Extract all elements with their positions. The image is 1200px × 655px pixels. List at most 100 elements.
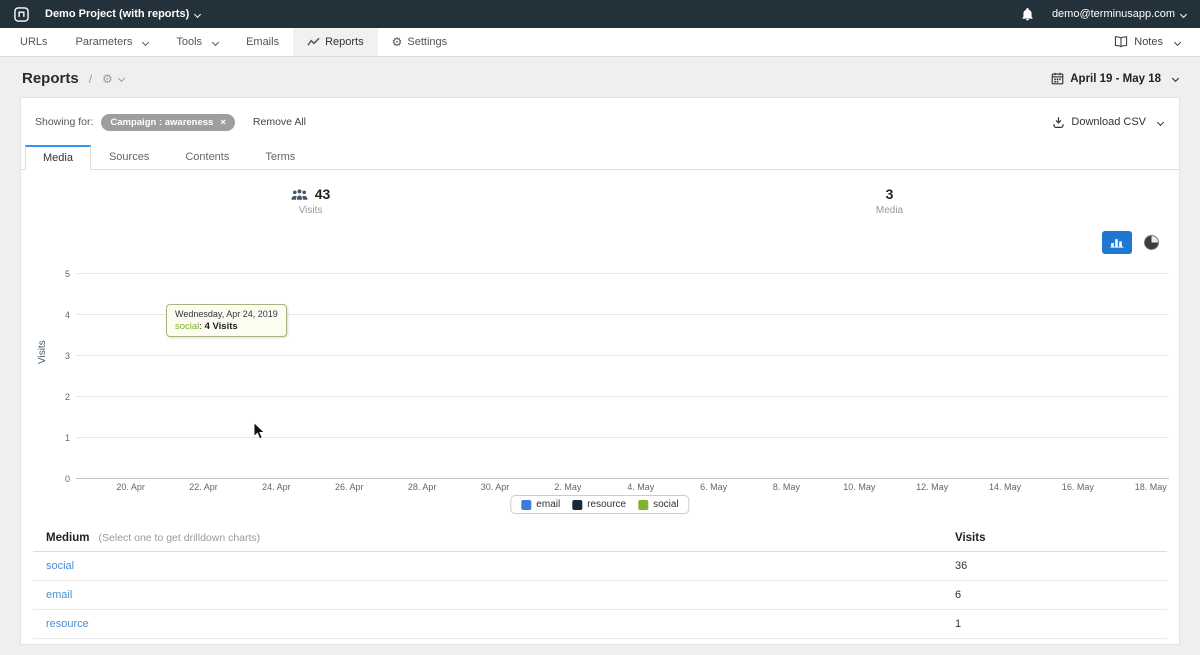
tab-contents[interactable]: Contents — [167, 144, 247, 169]
visits-stat-label: Visits — [21, 205, 600, 216]
x-tick-label: 2. May — [554, 482, 581, 492]
x-tick-label: 28. Apr — [408, 482, 437, 492]
chart-line-icon — [307, 37, 320, 47]
notifications-button[interactable] — [1021, 8, 1034, 21]
x-tick-label: 14. May — [989, 482, 1021, 492]
date-range-label: April 19 - May 18 — [1070, 73, 1161, 85]
chevron-down-icon — [194, 10, 201, 17]
medium-link[interactable]: resource — [46, 618, 89, 630]
media-count: 3 — [886, 186, 894, 202]
project-selector[interactable]: Demo Project (with reports) — [45, 8, 200, 20]
nav-item-tools[interactable]: Tools — [162, 28, 232, 56]
nav-item-parameters[interactable]: Parameters — [62, 28, 163, 56]
notes-button[interactable]: Notes — [1114, 28, 1200, 56]
tab-media[interactable]: Media — [25, 145, 91, 170]
chevron-down-icon — [1180, 10, 1187, 17]
terminus-logo-icon — [14, 7, 29, 22]
visits-value: 1 — [955, 618, 961, 630]
bell-icon — [1021, 8, 1034, 21]
tab-terms[interactable]: Terms — [247, 144, 313, 169]
showing-for-label: Showing for: — [35, 116, 93, 128]
social-swatch-icon — [638, 500, 648, 510]
medium-link[interactable]: email — [46, 589, 72, 601]
x-tick-label: 22. Apr — [189, 482, 218, 492]
visits-count: 43 — [315, 186, 331, 202]
y-tick-label: 1 — [54, 433, 70, 443]
filter-tag[interactable]: Campaign : awareness × — [101, 114, 235, 131]
main-nav: URLs Parameters Tools Emails Reports ⚙ Setting… — [0, 28, 1200, 57]
x-tick-label: 10. May — [843, 482, 875, 492]
tab-sources[interactable]: Sources — [91, 144, 167, 169]
legend-label: email — [536, 499, 560, 510]
user-email: demo@terminusapp.com — [1052, 8, 1175, 20]
tooltip-date: Wednesday, Apr 24, 2019 — [175, 309, 278, 319]
gear-icon: ⚙ — [102, 73, 113, 85]
chevron-down-icon — [212, 38, 219, 45]
legend-item-email[interactable]: email — [521, 499, 560, 510]
table-header: Medium (Select one to get drilldown char… — [33, 526, 1167, 552]
notes-label: Notes — [1134, 36, 1163, 48]
x-tick-label: 24. Apr — [262, 482, 291, 492]
x-tick-label: 8. May — [773, 482, 800, 492]
nav-item-urls[interactable]: URLs — [6, 28, 62, 56]
chevron-down-icon — [1157, 118, 1164, 125]
tooltip-value: 4 Visits — [205, 321, 238, 332]
date-range-picker[interactable]: April 19 - May 18 — [1051, 72, 1178, 85]
user-menu[interactable]: demo@terminusapp.com — [1052, 8, 1186, 20]
topbar: Demo Project (with reports) demo@terminu… — [0, 0, 1200, 28]
visits-column-header: Visits — [955, 532, 985, 544]
remove-all-button[interactable]: Remove All — [253, 116, 306, 128]
book-icon — [1114, 36, 1128, 48]
visits-value: 6 — [955, 589, 961, 601]
nav-items: URLs Parameters Tools Emails Reports ⚙ Setting… — [0, 28, 461, 56]
x-tick-label: 18. May — [1135, 482, 1167, 492]
download-csv-label: Download CSV — [1071, 116, 1146, 128]
medium-link[interactable]: social — [46, 560, 74, 572]
nav-item-settings[interactable]: ⚙ Settings — [378, 28, 462, 56]
pie-chart-toggle[interactable] — [1144, 235, 1159, 250]
nav-item-reports[interactable]: Reports — [293, 28, 378, 56]
nav-item-label: Reports — [325, 36, 364, 48]
legend-item-social[interactable]: social — [638, 499, 679, 510]
filter-row: Showing for: Campaign : awareness × Remo… — [21, 98, 1179, 132]
bar-chart-toggle[interactable] — [1102, 231, 1132, 254]
x-tick-label: 26. Apr — [335, 482, 364, 492]
y-tick-label: 0 — [54, 474, 70, 484]
medium-column-header: Medium — [46, 532, 89, 544]
bar-chart-icon — [1110, 237, 1124, 248]
chevron-down-icon — [118, 75, 125, 82]
report-tabs: MediaSourcesContentsTerms — [21, 144, 1179, 170]
nav-item-label: URLs — [20, 36, 48, 48]
table-row: email 6 — [33, 581, 1167, 610]
download-csv-button[interactable]: Download CSV — [1052, 116, 1163, 129]
email-swatch-icon — [521, 500, 531, 510]
media-stat-label: Media — [600, 205, 1179, 216]
table-body: social 36 email 6 resource 1 — [33, 552, 1167, 639]
x-tick-label: 16. May — [1062, 482, 1094, 492]
visits-chart: Visits 012345 20. Apr22. Apr24. Apr26. A… — [21, 254, 1179, 516]
chevron-down-icon — [142, 38, 149, 45]
y-tick-label: 2 — [54, 392, 70, 402]
nav-item-label: Tools — [176, 36, 202, 48]
project-name: Demo Project (with reports) — [45, 8, 189, 20]
gear-icon: ⚙ — [392, 36, 403, 48]
nav-item-emails[interactable]: Emails — [232, 28, 293, 56]
filter-tag-label: Campaign : awareness — [110, 117, 213, 128]
page-header: Reports / ⚙ April 19 - May 18 — [0, 57, 1200, 97]
y-tick-label: 3 — [54, 351, 70, 361]
remove-tag-icon[interactable]: × — [220, 117, 226, 128]
x-axis-ticks: 20. Apr22. Apr24. Apr26. Apr28. Apr30. A… — [76, 482, 1169, 494]
x-tick-label: 20. Apr — [116, 482, 145, 492]
y-tick-label: 4 — [54, 310, 70, 320]
report-settings-button[interactable]: ⚙ — [102, 73, 124, 85]
download-icon — [1052, 116, 1065, 129]
nav-item-label: Settings — [407, 36, 447, 48]
page-title: Reports — [22, 70, 79, 87]
visitors-icon — [291, 188, 308, 201]
chevron-down-icon — [1174, 38, 1181, 45]
report-card: Showing for: Campaign : awareness × Remo… — [20, 97, 1180, 645]
chevron-down-icon — [1172, 75, 1179, 82]
y-tick-label: 5 — [54, 269, 70, 279]
visits-value: 36 — [955, 560, 967, 572]
legend-item-resource[interactable]: resource — [572, 499, 626, 510]
